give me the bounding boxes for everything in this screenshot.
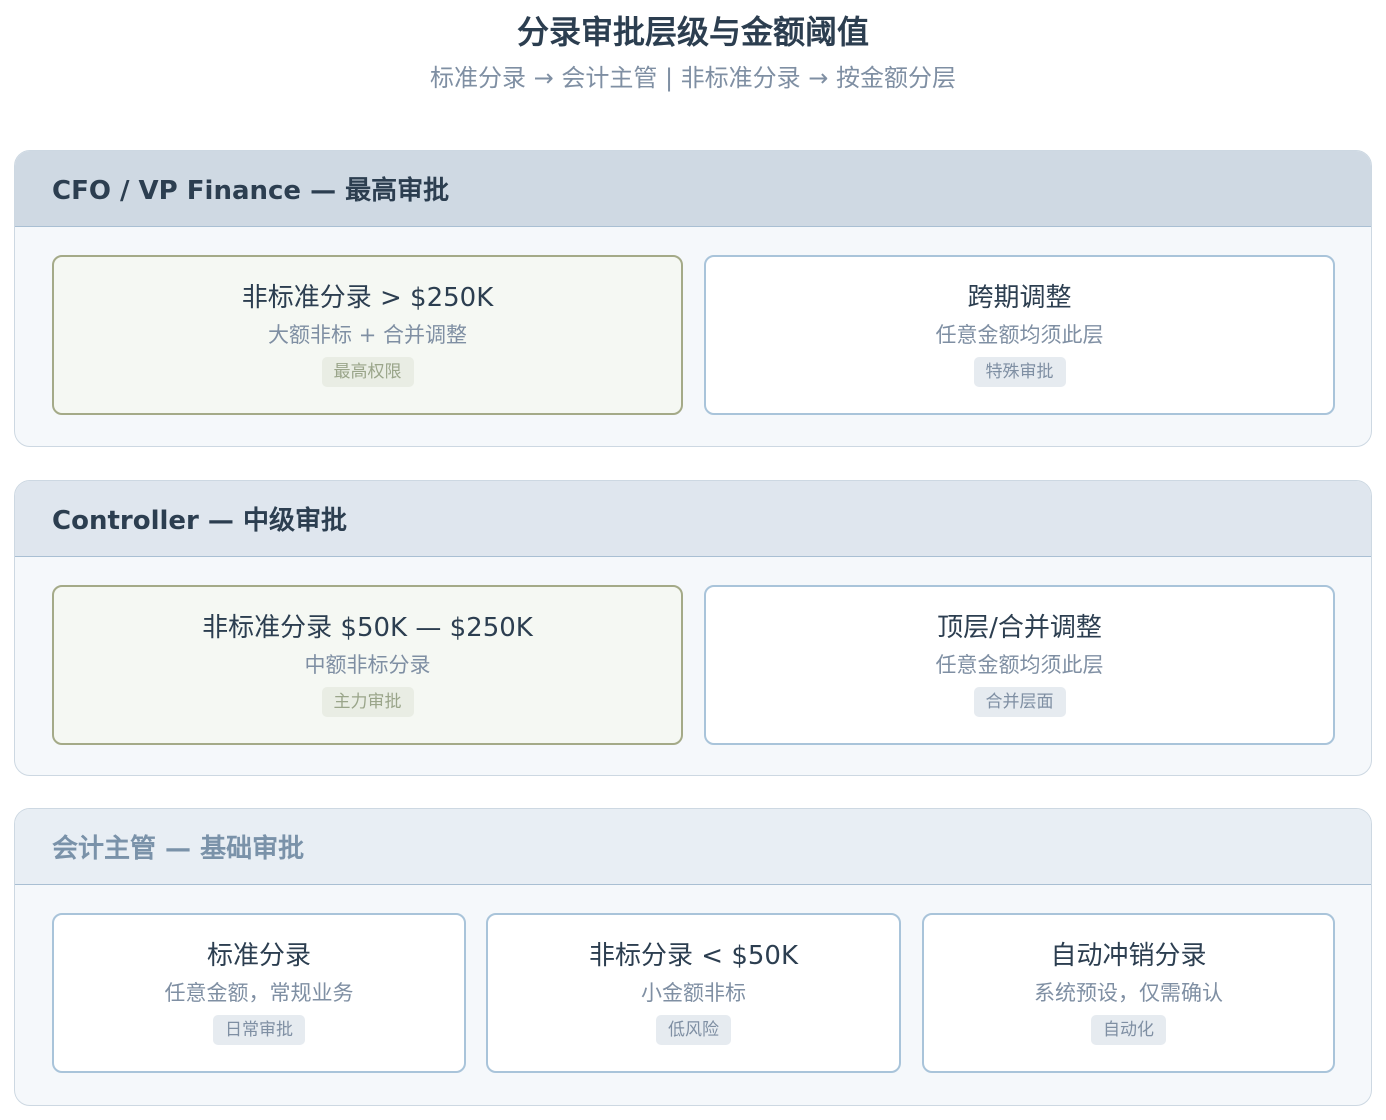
tier-header: 会计主管 — 基础审批 xyxy=(15,809,1371,885)
tier-header: Controller — 中级审批 xyxy=(15,481,1371,557)
tier-header: CFO / VP Finance — 最高审批 xyxy=(15,151,1371,227)
card-description: 小金额非标 xyxy=(641,981,746,1005)
card-badge: 低风险 xyxy=(656,1015,731,1045)
diagram-subtitle: 标准分录 → 会计主管 | 非标准分录 → 按金额分层 xyxy=(429,64,957,92)
tier-accounting-supervisor: 会计主管 — 基础审批 标准分录 任意金额，常规业务 日常审批 非标分录 < $… xyxy=(14,808,1372,1106)
card-badge: 自动化 xyxy=(1091,1015,1166,1045)
card-description: 任意金额，常规业务 xyxy=(164,981,354,1005)
card-description: 中额非标分录 xyxy=(304,653,431,677)
card-badge: 合并层面 xyxy=(973,687,1066,717)
card-description: 任意金额均须此层 xyxy=(935,323,1104,347)
card-badge: 特殊审批 xyxy=(973,357,1066,387)
diagram-title: 分录审批层级与金额阈值 xyxy=(516,13,869,51)
card-badge: 日常审批 xyxy=(213,1015,305,1045)
diagram-header: 分录审批层级与金额阈值 标准分录 → 会计主管 | 非标准分录 → 按金额分层 xyxy=(0,0,1386,138)
tier-cards: 标准分录 任意金额，常规业务 日常审批 非标分录 < $50K 小金额非标 低风… xyxy=(15,885,1371,1103)
card-title: 非标准分录 $50K — $250K xyxy=(202,613,533,643)
card-badge: 主力审批 xyxy=(321,687,414,717)
card-description: 系统预设，仅需确认 xyxy=(1034,981,1223,1005)
card-title: 跨期调整 xyxy=(967,283,1072,313)
card-title: 顶层/合并调整 xyxy=(937,613,1102,643)
card-description: 大额非标 + 合并调整 xyxy=(268,323,467,347)
approval-card: 标准分录 任意金额，常规业务 日常审批 xyxy=(52,913,466,1073)
card-title: 自动冲销分录 xyxy=(1050,941,1207,971)
tier-cfo: CFO / VP Finance — 最高审批 非标准分录 > $250K 大额… xyxy=(14,150,1372,447)
approval-card: 自动冲销分录 系统预设，仅需确认 自动化 xyxy=(922,913,1335,1073)
card-title: 非标准分录 > $250K xyxy=(241,283,494,313)
approval-card: 非标准分录 > $250K 大额非标 + 合并调整 最高权限 xyxy=(52,255,683,415)
approval-card: 非标准分录 $50K — $250K 中额非标分录 主力审批 xyxy=(52,585,683,745)
approval-card: 非标分录 < $50K 小金额非标 低风险 xyxy=(486,913,901,1073)
card-title: 非标分录 < $50K xyxy=(589,941,798,971)
approval-card: 跨期调整 任意金额均须此层 特殊审批 xyxy=(704,255,1335,415)
card-badge: 最高权限 xyxy=(321,357,414,387)
tier-controller: Controller — 中级审批 非标准分录 $50K — $250K 中额非… xyxy=(14,480,1372,776)
tier-cards: 非标准分录 $50K — $250K 中额非标分录 主力审批 顶层/合并调整 任… xyxy=(15,557,1371,775)
card-description: 任意金额均须此层 xyxy=(935,653,1104,677)
tier-cards: 非标准分录 > $250K 大额非标 + 合并调整 最高权限 跨期调整 任意金额… xyxy=(15,227,1371,445)
card-title: 标准分录 xyxy=(206,941,311,971)
approval-card: 顶层/合并调整 任意金额均须此层 合并层面 xyxy=(704,585,1335,745)
